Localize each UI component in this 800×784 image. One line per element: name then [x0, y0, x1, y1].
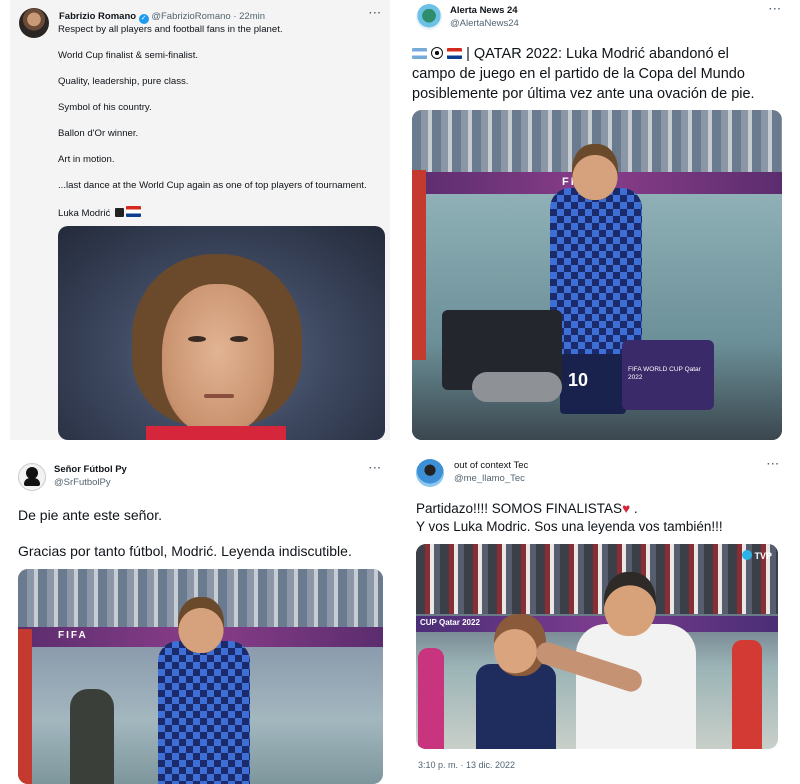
camera-case: FIFA WORLD CUP Qatar 2022 [622, 340, 714, 410]
more-options-button[interactable]: ··· [369, 463, 382, 474]
croatia-flag-icon [125, 206, 141, 217]
verified-badge-icon: ✓ [138, 14, 149, 24]
tweet-photo-stadium[interactable]: FIFA 10 FIFA WORLD CUP Qatar 2022 [412, 110, 782, 440]
mouth [204, 394, 234, 398]
tweet-alerta-news: Alerta News 24 @AlertaNews24 ··· | QATAR… [404, 0, 794, 440]
tweet-text-name: Luka Modrić [58, 208, 111, 219]
tweet-text-line: ...last dance at the World Cup again as … [58, 180, 367, 191]
tweet-text-line: Ballon d'Or winner. [58, 128, 139, 139]
avatar[interactable] [416, 4, 442, 30]
tv-logo-text: TVP [754, 551, 772, 561]
top-hat-icon [114, 208, 124, 217]
tweet-text-line: Symbol of his country. [58, 102, 152, 113]
tv-logo-icon [741, 550, 752, 560]
tweet-text-line: Respect by all players and football fans… [58, 24, 283, 35]
tweet-text-line: | QATAR 2022: Luka Modrić abandonó el [412, 44, 729, 64]
display-name[interactable]: Fabrizio Romano [59, 11, 136, 22]
more-options-button[interactable]: ··· [767, 459, 780, 470]
eye-left [188, 336, 206, 342]
tweet-timestamp[interactable]: 3:10 p. m. · 13 dic. 2022 [418, 760, 515, 770]
tweet-photo-embrace[interactable]: TVP CUP Qatar 2022 [416, 544, 778, 749]
red-heart-icon: ♥ [622, 501, 631, 516]
tweet-header: out of context Tec @me_llamo_Tec [416, 459, 528, 487]
avatar[interactable] [416, 459, 444, 487]
shirt-number: 10 [568, 370, 589, 390]
person-left [418, 648, 444, 749]
handle[interactable]: @SrFutbolPy [54, 476, 127, 489]
tweet-senor-futbol: Señor Fútbol Py @SrFutbolPy ··· De pie a… [10, 455, 390, 784]
face-shape [162, 284, 274, 434]
croatia-flag-icon [447, 48, 463, 59]
player-head [572, 144, 618, 200]
argentina-flag-icon [412, 48, 427, 59]
tweet-text-line: Art in motion. [58, 154, 115, 165]
tv-logo: TVP [741, 550, 772, 561]
person-right [732, 640, 762, 749]
player-argentina-head [604, 572, 656, 636]
tweet-fabrizio-romano: Fabrizio Romano ✓ @FabrizioRomano · 22mi… [10, 0, 390, 440]
person-left [18, 629, 32, 784]
handle[interactable]: @me_llamo_Tec [454, 472, 528, 485]
tweet-text-line: Quality, leadership, pure class. [58, 76, 189, 87]
tweet-text-line: Partidazo!!!! SOMOS FINALISTAS♥ . [416, 501, 638, 516]
display-name[interactable]: out of context Tec [454, 459, 528, 472]
player-head [178, 597, 224, 653]
tweet-text-line: Luka Modrić [58, 206, 141, 219]
board-text: CUP Qatar 2022 [420, 618, 480, 627]
tweet-text-line: Y vos Luka Modric. Sos una leyenda vos t… [416, 519, 723, 534]
tweet-text-line: World Cup finalist & semi-finalist. [58, 50, 199, 61]
handle[interactable]: @AlertaNews24 [450, 17, 519, 30]
more-options-button[interactable]: ··· [369, 8, 382, 19]
tweet-out-of-context-tec: out of context Tec @me_llamo_Tec ··· Par… [404, 455, 794, 784]
player-shorts: 10 [560, 354, 626, 414]
tweet-header: Señor Fútbol Py @SrFutbolPy [18, 463, 127, 491]
tweet-text: | QATAR 2022: Luka Modrić abandonó el [466, 46, 729, 62]
player-body [550, 188, 642, 358]
tweet-text: Partidazo!!!! SOMOS FINALISTAS [416, 501, 623, 516]
more-options-button[interactable]: ··· [769, 4, 782, 15]
microphone [472, 372, 562, 402]
avatar[interactable] [18, 463, 46, 491]
board-text: FIFA [58, 630, 88, 641]
tweet-text-line: campo de juego en el partido de la Copa … [412, 66, 745, 82]
shirt [146, 426, 286, 440]
tweet-text-line: Gracias por tanto fútbol, Modrić. Leyend… [18, 543, 352, 559]
tweet-text-line: posiblemente por última vez ante una ova… [412, 86, 755, 102]
soccer-ball-icon [431, 47, 444, 59]
timestamp[interactable]: · 22min [233, 11, 265, 22]
tweet-header: Alerta News 24 @AlertaNews24 [416, 4, 519, 30]
crowd [416, 544, 778, 614]
tweet-photo-portrait[interactable] [58, 226, 385, 440]
tweet-text-line: De pie ante este señor. [18, 507, 162, 523]
display-name[interactable]: Señor Fútbol Py [54, 463, 127, 476]
person-background [70, 689, 114, 784]
player-croatia [476, 664, 556, 749]
person-left [412, 170, 426, 360]
display-name[interactable]: Alerta News 24 [450, 4, 519, 17]
player-body [158, 641, 250, 784]
camera-text: FIFA WORLD CUP Qatar 2022 [628, 366, 701, 381]
eye-right [230, 336, 248, 342]
avatar[interactable] [19, 8, 49, 38]
handle[interactable]: @FabrizioRomano [151, 11, 230, 22]
avatar-body [24, 478, 40, 486]
tweet-photo-stadium[interactable]: FIFA [18, 569, 383, 784]
